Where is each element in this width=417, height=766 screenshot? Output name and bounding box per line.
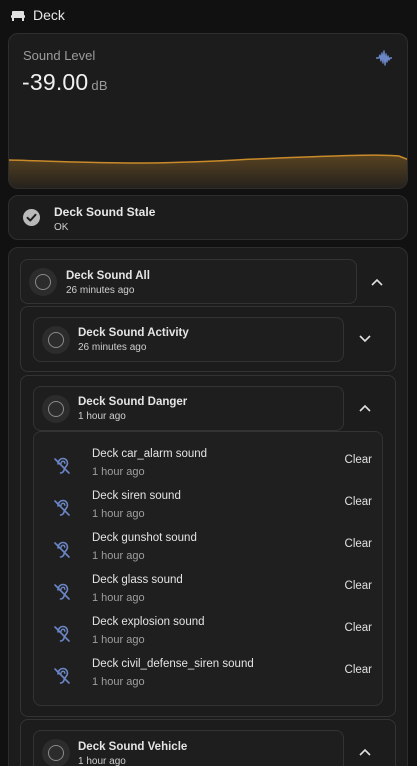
list-item[interactable]: Deck siren sound 1 hour ago Clear: [34, 488, 384, 530]
event-time: 1 hour ago: [92, 592, 145, 604]
danger-events-list: Deck car_alarm sound 1 hour ago Clear De…: [33, 431, 383, 706]
event-time: 1 hour ago: [92, 550, 145, 562]
chevron-down-icon[interactable]: [359, 335, 371, 343]
clear-button[interactable]: Clear: [345, 538, 372, 550]
list-item[interactable]: Deck glass sound 1 hour ago Clear: [34, 572, 384, 614]
sound-level-card[interactable]: Sound Level -39.00 dB: [8, 33, 408, 189]
sound-stale-state: OK: [54, 222, 69, 233]
group-name-vehicle: Deck Sound Vehicle: [78, 741, 188, 753]
circle-outline-icon: [42, 739, 70, 766]
group-row-activity[interactable]: Deck Sound Activity 26 minutes ago: [33, 317, 344, 362]
clear-button[interactable]: Clear: [345, 496, 372, 508]
event-name: Deck gunshot sound: [92, 532, 197, 544]
group-row-all[interactable]: Deck Sound All 26 minutes ago: [20, 259, 357, 304]
ear-hearing-off-icon: [54, 625, 70, 642]
chevron-up-icon[interactable]: [359, 404, 371, 412]
event-name: Deck glass sound: [92, 574, 183, 586]
ear-hearing-off-icon: [54, 499, 70, 516]
group-row-vehicle[interactable]: Deck Sound Vehicle 1 hour ago: [33, 730, 344, 766]
area-header: Deck: [0, 0, 417, 30]
group-time-vehicle: 1 hour ago: [78, 756, 126, 766]
sound-level-label: Sound Level: [23, 48, 96, 63]
sound-stale-name: Deck Sound Stale: [54, 205, 156, 219]
circle-outline-icon: [42, 395, 70, 423]
event-name: Deck civil_defense_siren sound: [92, 658, 254, 670]
chevron-up-icon[interactable]: [359, 748, 371, 756]
sofa-icon: [11, 11, 25, 21]
chevron-up-icon[interactable]: [371, 278, 383, 286]
list-item[interactable]: Deck civil_defense_siren sound 1 hour ag…: [34, 656, 384, 698]
list-item[interactable]: Deck explosion sound 1 hour ago Clear: [34, 614, 384, 656]
ear-hearing-off-icon: [54, 667, 70, 684]
sound-level-value: -39.00: [22, 69, 89, 95]
clear-button[interactable]: Clear: [345, 580, 372, 592]
event-name: Deck siren sound: [92, 490, 181, 502]
clear-button[interactable]: Clear: [345, 454, 372, 466]
sound-level-graph: [9, 154, 407, 188]
check-circle-icon: [23, 209, 40, 226]
event-time: 1 hour ago: [92, 634, 145, 646]
event-name: Deck car_alarm sound: [92, 448, 208, 460]
sound-stale-card[interactable]: Deck Sound Stale OK: [8, 195, 408, 240]
clear-button[interactable]: Clear: [345, 622, 372, 634]
ear-hearing-off-icon: [54, 541, 70, 558]
circle-outline-icon: [29, 268, 57, 296]
event-time: 1 hour ago: [92, 466, 145, 478]
group-name-all: Deck Sound All: [66, 270, 150, 282]
event-time: 1 hour ago: [92, 508, 145, 520]
ear-hearing-off-icon: [54, 583, 70, 600]
group-name-activity: Deck Sound Activity: [78, 327, 189, 339]
group-time-activity: 26 minutes ago: [78, 342, 147, 353]
circle-outline-icon: [42, 326, 70, 354]
group-name-danger: Deck Sound Danger: [78, 396, 188, 408]
list-item[interactable]: Deck gunshot sound 1 hour ago Clear: [34, 530, 384, 572]
waveform-icon: [376, 50, 392, 66]
event-time: 1 hour ago: [92, 676, 145, 688]
group-time-all: 26 minutes ago: [66, 285, 135, 296]
event-name: Deck explosion sound: [92, 616, 205, 628]
group-row-danger[interactable]: Deck Sound Danger 1 hour ago: [33, 386, 344, 431]
list-item[interactable]: Deck car_alarm sound 1 hour ago Clear: [34, 446, 384, 488]
sound-level-value-row: -39.00 dB: [22, 69, 108, 96]
area-title: Deck: [33, 7, 65, 23]
clear-button[interactable]: Clear: [345, 664, 372, 676]
ear-hearing-off-icon: [54, 457, 70, 474]
group-time-danger: 1 hour ago: [78, 411, 126, 422]
sound-level-unit: dB: [91, 78, 108, 93]
